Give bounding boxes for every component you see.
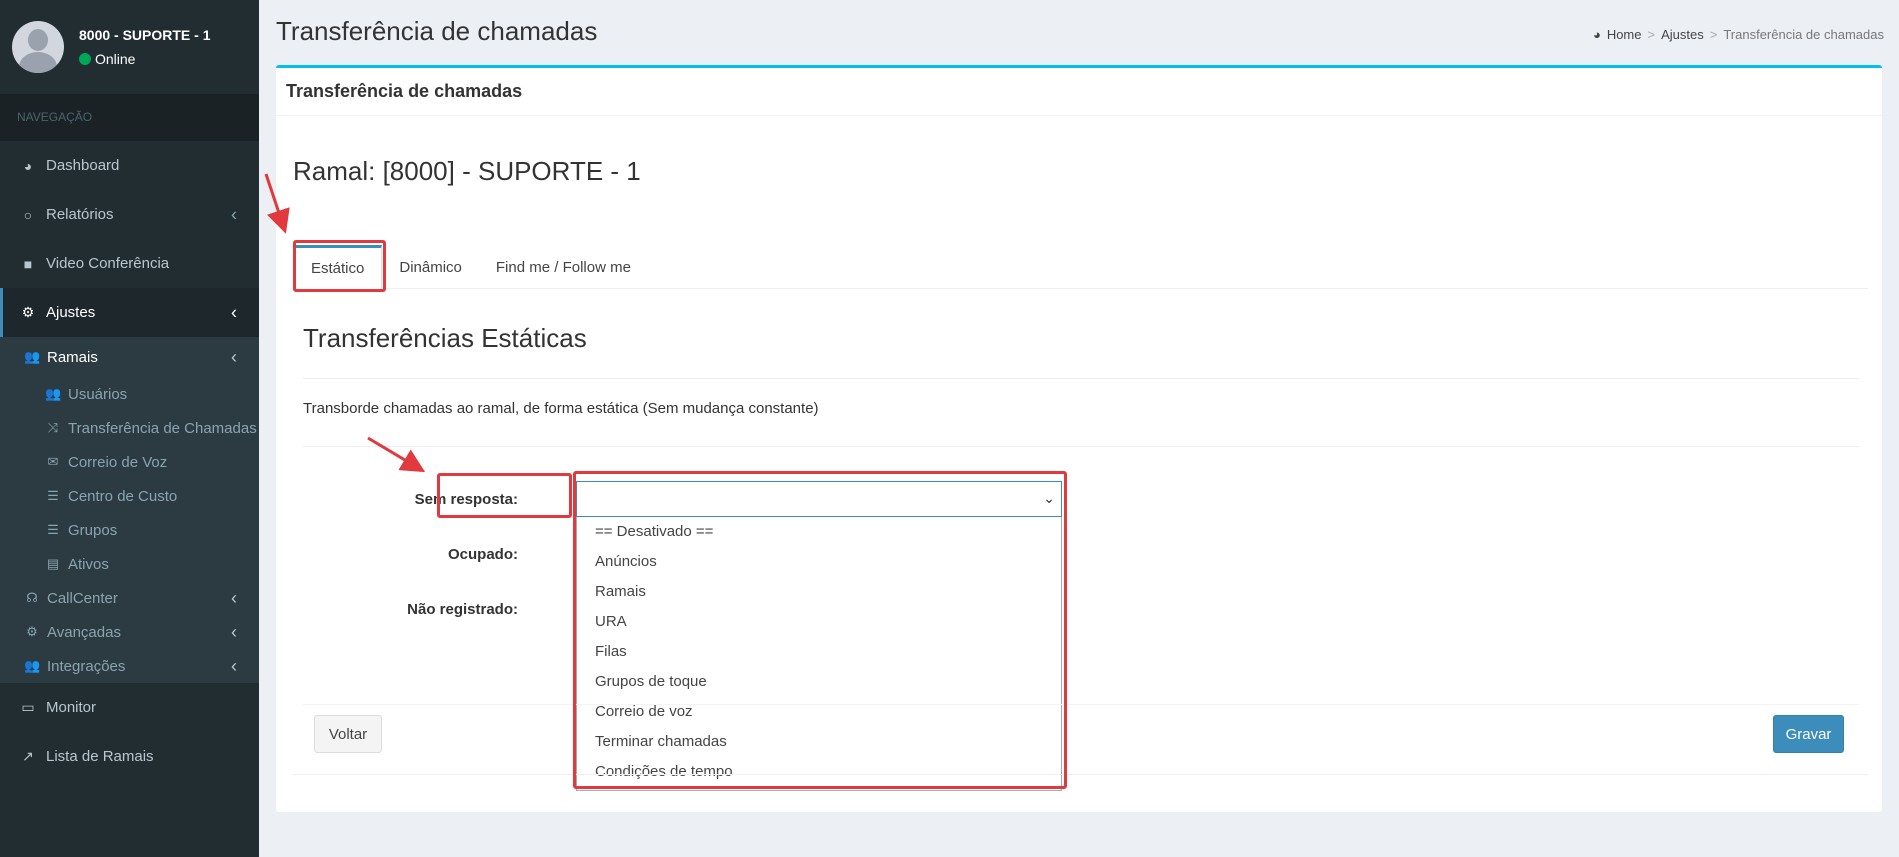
sidebar-item-label: Ativos bbox=[68, 555, 109, 573]
highlight-tab-estatico bbox=[293, 240, 386, 292]
chevron-left-icon: ‹ bbox=[231, 655, 237, 676]
users-icon: 👥 bbox=[24, 349, 41, 364]
sidebar-item-correio[interactable]: ✉ Correio de Voz bbox=[0, 445, 259, 479]
sidebar-item-centro[interactable]: ☰ Centro de Custo bbox=[0, 479, 259, 513]
sidebar-item-label: Video Conferência bbox=[46, 255, 170, 272]
breadcrumb-home[interactable]: Home bbox=[1607, 27, 1642, 42]
sidebar-item-label: Ramais bbox=[47, 348, 98, 366]
sidebar-item-label: Transferência de Chamadas bbox=[68, 419, 257, 437]
ajustes-submenu: 👥 Ramais ‹ 👥 Usuários ⤨ Transferência de… bbox=[0, 337, 259, 683]
chevron-left-icon: ‹ bbox=[231, 587, 237, 608]
video-camera-icon: ■ bbox=[23, 255, 33, 272]
save-button[interactable]: Gravar bbox=[1773, 715, 1844, 753]
breadcrumb-current: Transferência de chamadas bbox=[1723, 27, 1884, 42]
user-panel: 8000 - SUPORTE - 1 Online bbox=[0, 0, 259, 94]
sidebar-item-label: Avançadas bbox=[47, 623, 121, 641]
divider bbox=[293, 774, 1868, 775]
tab-findme[interactable]: Find me / Follow me bbox=[479, 245, 648, 289]
highlight-dropdown bbox=[573, 471, 1067, 789]
sidebar-item-dashboard[interactable]: ◕ Dashboard bbox=[0, 141, 259, 190]
random-icon: ⤨ bbox=[47, 420, 59, 435]
sidebar-item-callcenter[interactable]: ☊ CallCenter ‹ bbox=[0, 581, 259, 615]
sidebar-item-label: CallCenter bbox=[47, 589, 118, 607]
nao-registrado-label: Não registrado: bbox=[407, 601, 518, 618]
sidebar-item-label: Integrações bbox=[47, 657, 126, 675]
users-icon: 👥 bbox=[24, 658, 41, 673]
bars-icon: ☰ bbox=[47, 488, 59, 503]
sidebar-item-label: Centro de Custo bbox=[68, 487, 178, 505]
sidebar-item-label: Dashboard bbox=[46, 157, 120, 174]
user-status: Online bbox=[79, 51, 211, 67]
sidebar-item-monitor[interactable]: ▭ Monitor bbox=[0, 683, 259, 732]
sidebar-item-label: Ajustes bbox=[46, 304, 96, 321]
back-button[interactable]: Voltar bbox=[314, 715, 382, 753]
sidebar-item-integracoes[interactable]: 👥 Integrações ‹ bbox=[0, 649, 259, 683]
breadcrumb-ajustes[interactable]: Ajustes bbox=[1661, 27, 1704, 42]
online-status-icon bbox=[79, 53, 91, 65]
sidebar-item-label: Lista de Ramais bbox=[46, 748, 154, 765]
section-description: Transborde chamadas ao ramal, de forma e… bbox=[303, 400, 819, 417]
dashboard-icon: ◕ bbox=[1592, 27, 1601, 42]
cogs-icon: ⚙ bbox=[26, 624, 38, 639]
breadcrumb: ◕ Home > Ajustes > Transferência de cham… bbox=[1593, 27, 1884, 42]
sidebar-item-label: Monitor bbox=[46, 699, 97, 716]
divider bbox=[303, 378, 1859, 379]
sidebar-item-ramais[interactable]: 👥 Ramais ‹ bbox=[0, 337, 259, 377]
sidebar-item-ativos[interactable]: ▤ Ativos bbox=[0, 547, 259, 581]
section-title: Transferências Estáticas bbox=[303, 323, 587, 353]
sidebar-item-label: Usuários bbox=[68, 385, 128, 403]
sidebar-item-grupos[interactable]: ☰ Grupos bbox=[0, 513, 259, 547]
chevron-left-icon: ‹ bbox=[231, 302, 237, 322]
gear-icon: ⚙ bbox=[21, 304, 35, 320]
envelope-icon: ✉ bbox=[47, 454, 59, 469]
circle-icon: ○ bbox=[23, 206, 33, 223]
sidebar-item-usuarios[interactable]: 👥 Usuários bbox=[0, 377, 259, 411]
sidebar-item-relatorios[interactable]: ○ Relatórios ‹ bbox=[0, 190, 259, 239]
sidebar-item-lista[interactable]: ↗ Lista de Ramais bbox=[0, 732, 259, 781]
sidebar-item-label: Relatórios bbox=[46, 206, 114, 223]
fax-icon: ▤ bbox=[46, 556, 60, 571]
breadcrumb-separator: > bbox=[1709, 27, 1718, 42]
sidebar-item-label: Grupos bbox=[68, 521, 118, 539]
chevron-left-icon: ‹ bbox=[231, 346, 237, 367]
ramal-title: Ramal: [8000] - SUPORTE - 1 bbox=[293, 156, 641, 186]
divider bbox=[303, 446, 1859, 447]
tabs: Estático Dinâmico Find me / Follow me bbox=[293, 245, 1868, 289]
dashboard-icon: ◕ bbox=[23, 157, 33, 174]
chevron-left-icon: ‹ bbox=[231, 621, 237, 642]
nav-header: NAVEGAÇÃO bbox=[0, 94, 259, 141]
external-link-icon: ↗ bbox=[22, 748, 34, 764]
tab-dinamico[interactable]: Dinâmico bbox=[382, 245, 479, 289]
headset-icon: ☊ bbox=[26, 590, 38, 605]
user-status-label: Online bbox=[95, 51, 136, 67]
page-title: Transferência de chamadas bbox=[276, 16, 598, 46]
sidebar-item-avancadas[interactable]: ⚙ Avançadas ‹ bbox=[0, 615, 259, 649]
sidebar-item-video[interactable]: ■ Video Conferência bbox=[0, 239, 259, 288]
highlight-sem-resposta-label bbox=[437, 473, 572, 518]
divider bbox=[303, 704, 1859, 705]
desktop-icon: ▭ bbox=[21, 699, 35, 715]
breadcrumb-separator: > bbox=[1647, 27, 1656, 42]
chevron-left-icon: ‹ bbox=[231, 204, 237, 224]
sidebar-item-label: Correio de Voz bbox=[68, 453, 168, 471]
user-name: 8000 - SUPORTE - 1 bbox=[79, 27, 211, 43]
sidebar: 8000 - SUPORTE - 1 Online NAVEGAÇÃO ◕ Da… bbox=[0, 0, 259, 857]
sidebar-item-ajustes[interactable]: ⚙ Ajustes ‹ bbox=[0, 288, 259, 337]
box-title: Transferência de chamadas bbox=[276, 68, 1882, 116]
users-icon: 👥 bbox=[45, 386, 62, 401]
sidebar-item-transferencia[interactable]: ⤨ Transferência de Chamadas bbox=[0, 411, 259, 445]
ocupado-label: Ocupado: bbox=[448, 546, 518, 563]
bars-icon: ☰ bbox=[47, 522, 59, 537]
main-box: Transferência de chamadas Ramal: [8000] … bbox=[276, 65, 1882, 812]
avatar bbox=[12, 21, 64, 73]
